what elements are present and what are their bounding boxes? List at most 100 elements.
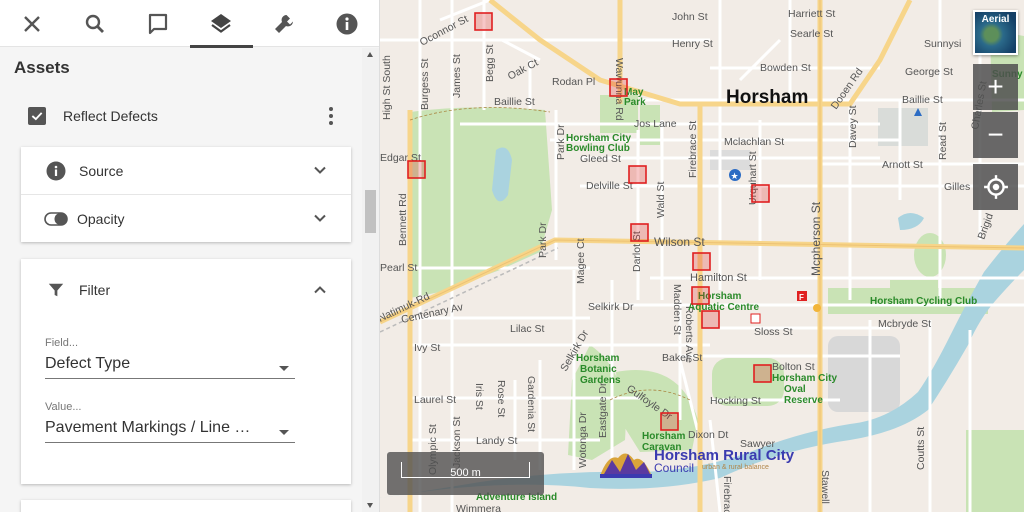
- svg-text:Dixon Dt: Dixon Dt: [688, 429, 728, 441]
- search-button[interactable]: [63, 0, 126, 47]
- zoom-out-button[interactable]: −: [973, 112, 1018, 158]
- svg-text:Bowling Club: Bowling Club: [566, 143, 630, 154]
- scroll-down-icon[interactable]: [367, 503, 373, 508]
- map-view[interactable]: Oconnor St Begg St Wawunna Rd John St Ha…: [380, 0, 1024, 512]
- filter-row[interactable]: Filter: [21, 259, 351, 321]
- svg-text:Horsham City: Horsham City: [772, 373, 837, 384]
- defect-marker[interactable]: [692, 252, 711, 271]
- aerial-basemap-button[interactable]: Aerial: [973, 10, 1018, 55]
- svg-text:Oval: Oval: [784, 384, 806, 395]
- svg-text:Sunnysi: Sunnysi: [924, 38, 961, 50]
- panel-content: Assets Reflect Defects Source Opacity Fi…: [0, 48, 362, 512]
- defect-marker[interactable]: [751, 184, 770, 203]
- source-label: Source: [79, 162, 124, 179]
- svg-text:Oak Ct: Oak Ct: [506, 57, 541, 83]
- svg-text:Hocking St: Hocking St: [710, 395, 761, 407]
- svg-text:Hamilton St: Hamilton St: [690, 272, 747, 284]
- svg-text:Wilson St: Wilson St: [654, 235, 705, 249]
- wrench-icon: [275, 14, 294, 33]
- layer-row: Reflect Defects: [28, 104, 348, 128]
- defect-marker[interactable]: [753, 364, 772, 383]
- field-select[interactable]: Field... Defect Type: [45, 337, 295, 379]
- svg-text:Madden St: Madden St: [671, 284, 683, 335]
- value-select[interactable]: Value... Pavement Markings / Line Markin…: [45, 401, 295, 443]
- svg-text:Begg St: Begg St: [484, 45, 496, 82]
- panel-toolbar: [0, 0, 379, 48]
- filter-card: Filter Field... Defect Type Value... Pav…: [21, 259, 351, 484]
- dropdown-arrow-icon: [279, 430, 289, 435]
- svg-text:Eastgate Dr: Eastgate Dr: [597, 382, 609, 438]
- tools-button[interactable]: [253, 0, 316, 47]
- town-label: Horsham: [726, 87, 808, 108]
- svg-text:Mcpherson St: Mcpherson St: [809, 201, 823, 276]
- filter-label: Filter: [79, 282, 111, 298]
- feedback-button[interactable]: [126, 0, 189, 47]
- source-opacity-card: Source Opacity: [21, 147, 351, 242]
- dropdown-arrow-icon: [279, 366, 289, 371]
- council-logo-mark: [600, 453, 652, 478]
- svg-text:Reserve: Reserve: [784, 395, 823, 406]
- aerial-label: Aerial: [981, 14, 1010, 25]
- field-select-value: Defect Type: [45, 355, 131, 372]
- close-icon: [23, 15, 40, 32]
- svg-text:Read St: Read St: [937, 122, 949, 160]
- defect-marker[interactable]: [691, 286, 710, 305]
- fuel-icon[interactable]: [813, 304, 821, 312]
- svg-text:Harriett St: Harriett St: [788, 8, 835, 20]
- info-button[interactable]: [316, 0, 379, 47]
- layer-checkbox[interactable]: [28, 107, 46, 125]
- svg-text:Henry St: Henry St: [672, 38, 713, 50]
- defect-marker[interactable]: [474, 12, 493, 31]
- svg-text:Baker St: Baker St: [662, 352, 702, 364]
- section-title: Assets: [14, 58, 70, 77]
- close-button[interactable]: [0, 0, 63, 47]
- scroll-thumb[interactable]: [365, 190, 376, 233]
- feedback-icon: [148, 13, 168, 34]
- pond: [898, 213, 924, 230]
- layers-icon: [211, 13, 232, 33]
- svg-text:Gardens: Gardens: [580, 375, 621, 386]
- svg-text:Landy St: Landy St: [476, 435, 518, 447]
- opacity-row[interactable]: Opacity: [21, 195, 351, 242]
- park-area: [966, 430, 1024, 512]
- chevron-up-icon: [314, 286, 326, 294]
- svg-text:Delville St: Delville St: [586, 180, 633, 192]
- svg-text:Gilles: Gilles: [944, 181, 970, 193]
- layers-button[interactable]: [189, 0, 253, 48]
- info-icon: [46, 161, 66, 181]
- zoom-in-button[interactable]: +: [973, 64, 1018, 110]
- defect-marker[interactable]: [407, 160, 426, 179]
- council-logo: Horsham Rural City Council urban & rural…: [598, 444, 808, 480]
- locate-button[interactable]: [973, 164, 1018, 210]
- scroll-up-icon[interactable]: [367, 52, 373, 57]
- more-options-icon[interactable]: [322, 107, 340, 125]
- next-card: [21, 500, 351, 512]
- chevron-down-icon: [314, 214, 326, 222]
- svg-text:Baillie St: Baillie St: [494, 96, 535, 108]
- layer-name: Reflect Defects: [63, 108, 158, 124]
- panel-scrollbar[interactable]: [362, 48, 379, 512]
- defect-marker[interactable]: [609, 78, 628, 97]
- svg-text:Rose St: Rose St: [495, 380, 507, 417]
- svg-text:Horsham: Horsham: [642, 431, 685, 442]
- svg-text:Stawell: Stawell: [819, 470, 831, 504]
- svg-text:James St: James St: [451, 54, 463, 98]
- svg-text:Wotonga Dr: Wotonga Dr: [577, 412, 589, 468]
- svg-text:Pearl St: Pearl St: [380, 262, 417, 274]
- svg-text:Arnott St: Arnott St: [882, 159, 923, 171]
- svg-text:Wald St: Wald St: [655, 182, 667, 218]
- svg-text:Iris St: Iris St: [473, 383, 485, 410]
- defect-marker[interactable]: [628, 165, 647, 184]
- building-block: [710, 150, 750, 170]
- svg-text:Jos Lane: Jos Lane: [634, 118, 677, 130]
- defect-marker[interactable]: [660, 412, 679, 431]
- svg-text:Bolton St: Bolton St: [772, 361, 815, 373]
- svg-text:Selkirk Dr: Selkirk Dr: [588, 301, 634, 313]
- svg-text:John St: John St: [672, 11, 708, 23]
- svg-text:Park: Park: [624, 97, 646, 108]
- defect-marker[interactable]: [701, 310, 720, 329]
- map-base: Oconnor St Begg St Wawunna Rd John St Ha…: [380, 0, 1024, 512]
- defect-marker[interactable]: [630, 223, 649, 242]
- source-row[interactable]: Source: [21, 147, 351, 194]
- ambulance-icon[interactable]: [750, 313, 761, 324]
